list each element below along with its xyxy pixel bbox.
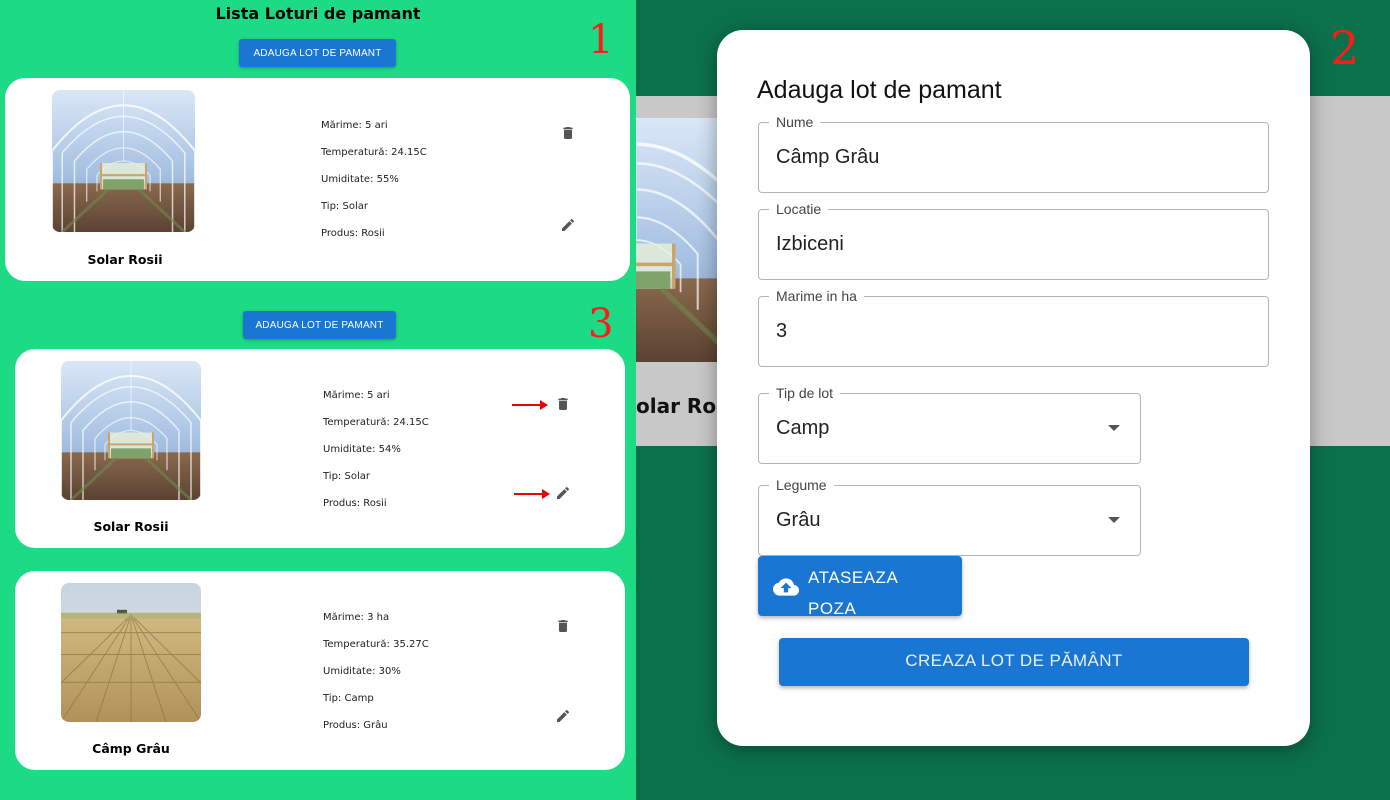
lot-type-select[interactable]: Tip de lot Camp xyxy=(758,385,1141,464)
list-title: Lista Loturi de pamant xyxy=(215,4,421,23)
annotation-arrow xyxy=(512,400,548,410)
lot-name: Solar Rosii xyxy=(87,252,163,267)
name-field[interactable]: Nume Câmp Grâu xyxy=(758,114,1269,193)
add-land-lot-button-2[interactable]: ADAUGA LOT DE PAMANT xyxy=(243,311,396,339)
land-lot-card: Câmp Grâu Mărime: 3 ha Temperatură: 35.2… xyxy=(15,571,625,770)
add-lot-dialog: Adauga lot de pamant Nume Câmp Grâu Loca… xyxy=(717,30,1310,746)
greenhouse-photo xyxy=(61,361,201,500)
chevron-down-icon[interactable] xyxy=(1108,517,1120,523)
lot-temperature: Temperatură: 24.15C xyxy=(321,147,427,158)
land-lot-card: Solar Rosii Mărime: 5 ari Temperatură: 2… xyxy=(15,349,625,548)
wheat-field-photo xyxy=(61,583,201,722)
trash-icon xyxy=(563,127,573,139)
lot-product: Produs: Rosii xyxy=(321,228,385,239)
marker-3: 3 xyxy=(588,301,614,347)
trash-icon xyxy=(558,620,568,632)
pencil-icon xyxy=(557,486,570,499)
delete-button[interactable] xyxy=(553,616,573,636)
add-land-lot-button[interactable]: ADAUGA LOT DE PAMANT xyxy=(239,39,396,67)
location-value[interactable]: Izbiceni xyxy=(776,210,844,278)
pencil-icon xyxy=(562,218,575,231)
lot-temperature: Temperatură: 35.27C xyxy=(323,639,429,650)
attach-photo-label: ATASEAZA POZA xyxy=(808,568,899,618)
lot-details: Mărime: 3 ha Temperatură: 35.27C Umidita… xyxy=(323,611,429,746)
lot-type: Tip: Solar xyxy=(321,201,368,212)
lot-size: Mărime: 3 ha xyxy=(323,612,390,623)
lot-size: Mărime: 5 ari xyxy=(321,120,388,131)
chevron-down-icon[interactable] xyxy=(1108,425,1120,431)
name-value[interactable]: Câmp Grâu xyxy=(776,123,879,191)
delete-button[interactable] xyxy=(558,123,578,143)
lot-name: Câmp Grâu xyxy=(92,741,170,756)
vegetables-value: Grâu xyxy=(776,509,821,531)
lot-product: Produs: Rosii xyxy=(323,498,387,509)
vegetables-select[interactable]: Legume Grâu xyxy=(758,477,1141,556)
edit-button[interactable] xyxy=(553,706,573,726)
trash-icon xyxy=(558,398,568,410)
create-lot-button[interactable]: CREAZA LOT DE PĂMÂNT xyxy=(779,638,1249,686)
lot-size: Mărime: 5 ari xyxy=(323,390,390,401)
lot-details: Mărime: 5 ari Temperatură: 24.15C Umidit… xyxy=(321,119,427,254)
lot-humidity: Umiditate: 55% xyxy=(321,174,399,185)
land-lot-card: Solar Rosii Mărime: 5 ari Temperatură: 2… xyxy=(5,78,630,281)
marker-1: 1 xyxy=(588,17,614,63)
marker-2: 2 xyxy=(1330,21,1360,75)
left-panel: Lista Loturi de pamant ADAUGA LOT DE PAM… xyxy=(0,0,636,800)
pencil-icon xyxy=(557,709,570,722)
lot-name: Solar Rosii xyxy=(93,519,169,534)
background-card-name: olar Ro xyxy=(636,394,717,418)
right-panel: olar Ro 2 Adauga lot de pamant Nume Câmp… xyxy=(636,0,1390,800)
lot-humidity: Umiditate: 30% xyxy=(323,666,401,677)
lot-product: Produs: Grâu xyxy=(323,720,388,731)
annotation-arrow xyxy=(514,489,550,499)
lot-type-value: Camp xyxy=(776,417,830,439)
lot-type: Tip: Camp xyxy=(323,693,374,704)
attach-photo-button[interactable]: ATASEAZA POZA xyxy=(758,556,962,618)
greenhouse-photo xyxy=(52,90,195,232)
lot-humidity: Umiditate: 54% xyxy=(323,444,401,455)
lot-details: Mărime: 5 ari Temperatură: 24.15C Umidit… xyxy=(323,389,429,524)
size-value[interactable]: 3 xyxy=(776,297,787,365)
lot-temperature: Temperatură: 24.15C xyxy=(323,417,429,428)
dialog-title: Adauga lot de pamant xyxy=(757,76,1002,104)
edit-button[interactable] xyxy=(553,483,573,503)
delete-button[interactable] xyxy=(553,394,573,414)
size-field[interactable]: Marime in ha 3 xyxy=(758,288,1269,367)
lot-type: Tip: Solar xyxy=(323,471,370,482)
cloud-upload-icon xyxy=(773,578,799,596)
location-field[interactable]: Locatie Izbiceni xyxy=(758,201,1269,280)
edit-button[interactable] xyxy=(558,215,578,235)
